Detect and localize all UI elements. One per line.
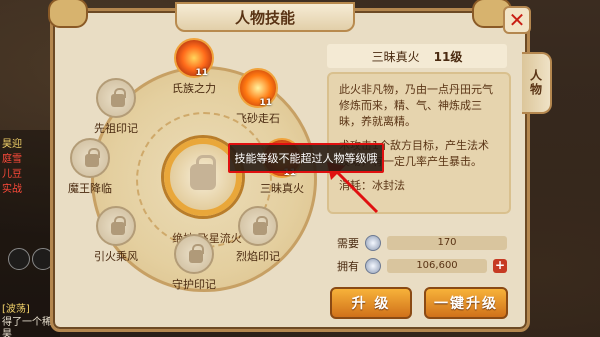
selected-skill-level: 11级 — [433, 49, 463, 64]
chat-line: 儿豆 — [2, 169, 22, 180]
description-text: 此火非凡物，乃由一点丹田元气修炼而来，精、气、神炼成三昧，养就离精。 — [339, 83, 493, 128]
chat-line: 昊 — [2, 329, 12, 337]
skill-icon — [96, 78, 136, 118]
upgrade-all-button[interactable]: 一键升级 — [424, 287, 508, 319]
add-currency-button[interactable]: + — [493, 259, 507, 273]
close-button[interactable]: ✕ — [503, 6, 531, 34]
lock-icon — [85, 148, 100, 167]
selected-skill-name: 三昧真火 — [371, 49, 420, 64]
owned-value: 106,600 — [387, 259, 487, 273]
tab-character[interactable]: 人物 — [522, 52, 552, 114]
silver-coin-icon — [365, 258, 381, 274]
skill-icon — [238, 206, 278, 246]
panel-ornament — [48, 0, 88, 28]
lock-icon — [190, 155, 216, 190]
owned-row: 拥有 106,600 + — [337, 257, 507, 275]
skill-item[interactable]: 烈焰印记 — [232, 206, 284, 264]
skill-icon — [174, 234, 214, 274]
chat-line: 庭雪 — [2, 154, 22, 165]
warning-tooltip: 技能等级不能超过人物等级哦 — [228, 143, 384, 173]
skill-item[interactable]: 守护印记 — [168, 234, 220, 292]
cost-label: 需要 — [337, 237, 359, 250]
skill-item[interactable]: 11 飞砂走石 — [232, 68, 284, 126]
skill-icon: 11 — [238, 68, 278, 108]
chat-line: 实战 — [2, 184, 22, 195]
skill-icon — [70, 138, 110, 178]
skill-item[interactable]: 11 氏族之力 — [168, 38, 220, 96]
selected-skill-header: 三昧真火 11级 — [327, 44, 507, 68]
lock-icon — [189, 244, 204, 263]
chat-bubble-icon[interactable] — [8, 248, 30, 270]
owned-label: 拥有 — [337, 260, 359, 273]
skill-item[interactable]: 魔王降临 — [64, 138, 116, 196]
cost-value: 170 — [387, 236, 507, 250]
close-icon: ✕ — [508, 8, 526, 32]
skill-item[interactable]: 先祖印记 — [90, 78, 142, 136]
skill-wheel: 绝技 飞星流火 11 氏族之力 11 飞砂走石 11 三昧真火 烈焰印记 守护印… — [56, 34, 317, 328]
lock-icon — [111, 88, 126, 107]
skill-item[interactable]: 引火乘风 — [90, 206, 142, 264]
panel-title: 人物技能 — [175, 2, 355, 32]
cost-row: 需要 170 — [337, 234, 507, 252]
lock-icon — [253, 216, 268, 235]
skill-icon — [96, 206, 136, 246]
chat-line: 昊迎 — [2, 139, 22, 150]
lock-icon — [111, 216, 126, 235]
upgrade-button[interactable]: 升 级 — [330, 287, 412, 319]
skill-icon: 11 — [174, 38, 214, 78]
silver-coin-icon — [365, 235, 381, 251]
